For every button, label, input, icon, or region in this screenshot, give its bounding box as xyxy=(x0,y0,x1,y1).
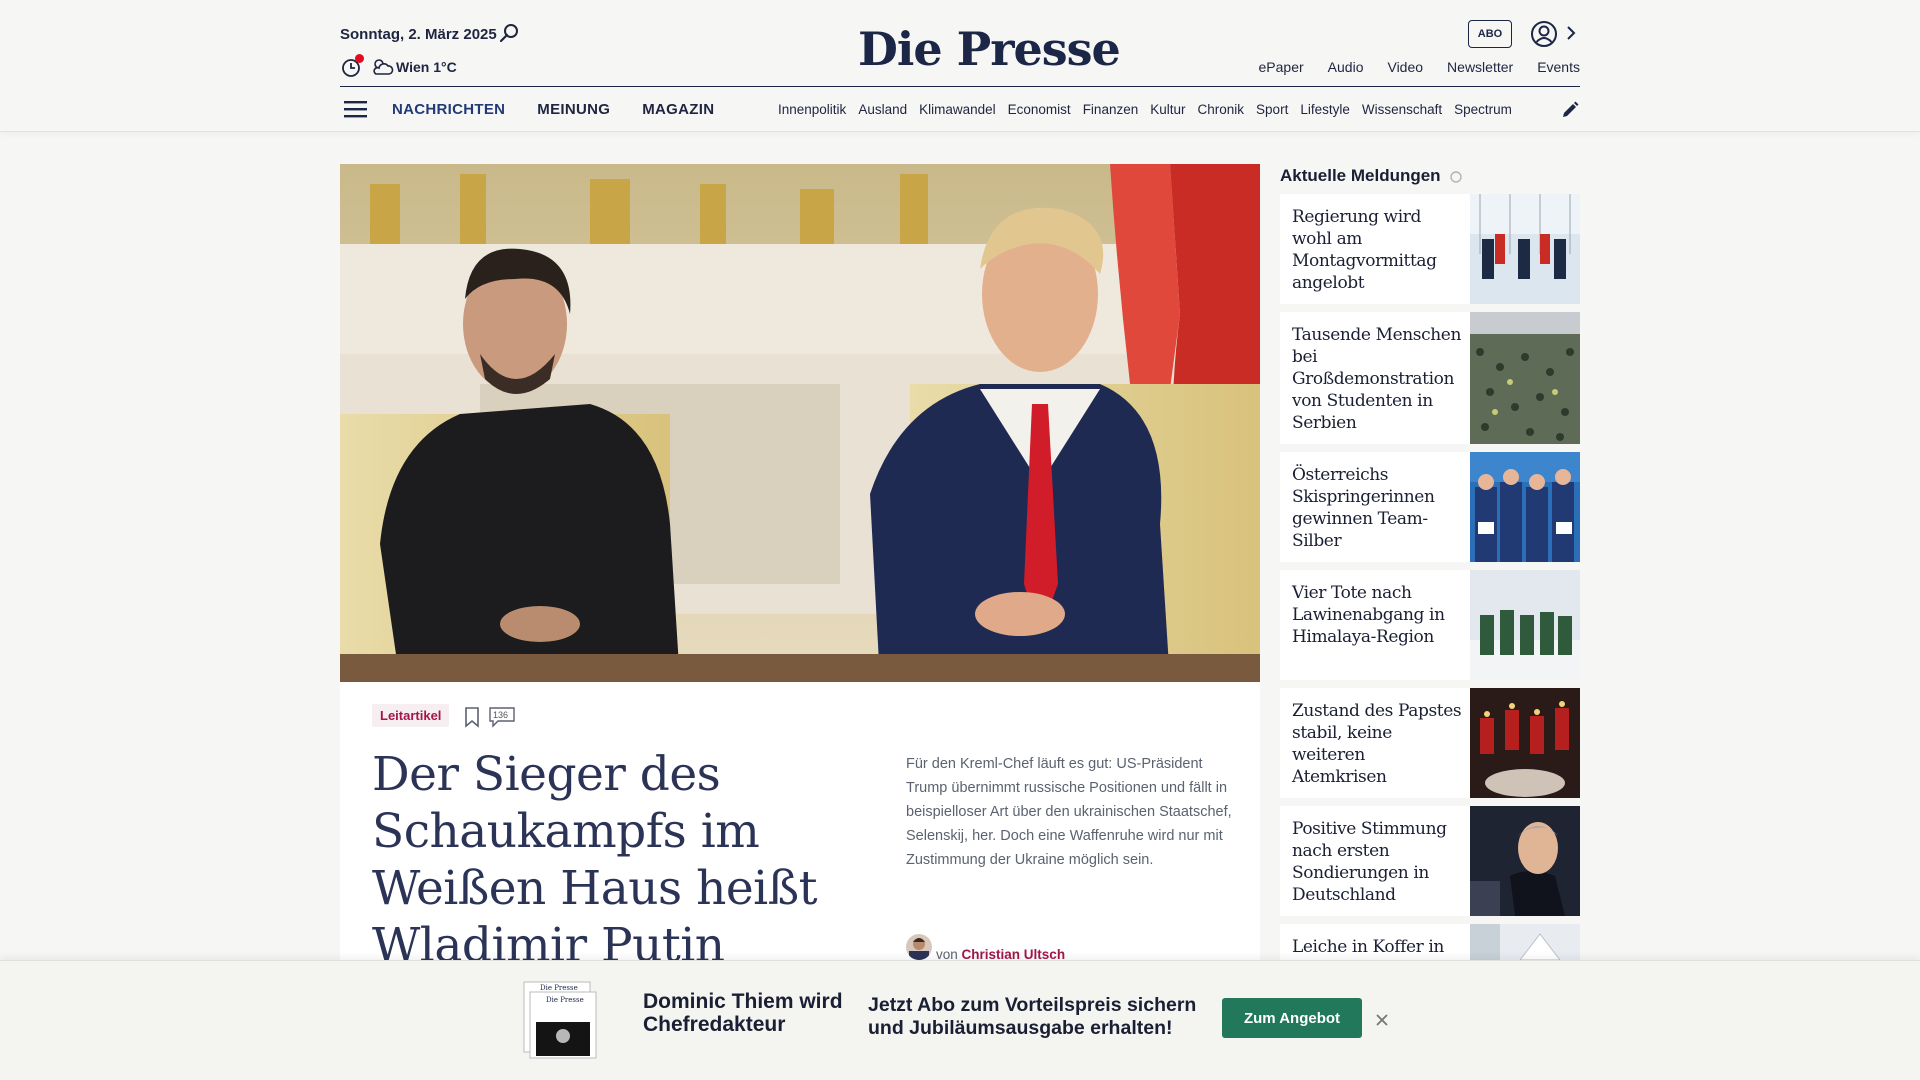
hero-image[interactable] xyxy=(340,164,1260,682)
notification-icon[interactable] xyxy=(340,54,364,78)
subnav-finanzen[interactable]: Finanzen xyxy=(1083,102,1139,117)
subnav-innenpolitik[interactable]: Innenpolitik xyxy=(778,102,846,117)
paper-logo-front: Die Presse xyxy=(546,996,584,1004)
pencil-icon[interactable] xyxy=(1560,100,1580,120)
subnav-wissenschaft[interactable]: Wissenschaft xyxy=(1362,102,1442,117)
news-item[interactable]: Tausende Menschen bei Großdemonstration … xyxy=(1280,312,1580,444)
notification-dot xyxy=(355,54,364,63)
chevron-right-icon[interactable] xyxy=(1564,22,1578,44)
news-item[interactable]: Positive Stimmung nach ersten Sondierung… xyxy=(1280,806,1580,916)
news-item-image xyxy=(1470,570,1580,680)
menu-icon[interactable] xyxy=(344,99,368,119)
news-item-image xyxy=(1470,806,1580,916)
news-item-title: Positive Stimmung nach ersten Sondierung… xyxy=(1292,819,1447,905)
link-video[interactable]: Video xyxy=(1387,59,1423,75)
news-item[interactable]: Leiche in Koffer in xyxy=(1280,924,1580,960)
link-audio[interactable]: Audio xyxy=(1328,59,1364,75)
news-item-image xyxy=(1470,924,1580,960)
subnav-ausland[interactable]: Ausland xyxy=(858,102,907,117)
article-headline[interactable]: Der Sieger des Schaukampfs im Weißen Hau… xyxy=(372,746,832,974)
banner-offer-text: Jetzt Abo zum Vorteilspreis sichern und … xyxy=(868,994,1197,1039)
news-item-image xyxy=(1470,688,1580,798)
author-avatar xyxy=(906,934,932,960)
news-item-image xyxy=(1470,452,1580,562)
nav-nachrichten[interactable]: NACHRICHTEN xyxy=(392,101,505,118)
nav-magazin[interactable]: MAGAZIN xyxy=(642,101,714,118)
comment-count: 136 xyxy=(493,710,509,720)
nav-meinung[interactable]: MEINUNG xyxy=(537,101,610,118)
news-item[interactable]: Österreichs Skispringerinnen gewinnen Te… xyxy=(1280,452,1580,562)
article-category-tag[interactable]: Leitartikel xyxy=(372,704,450,727)
news-item-image xyxy=(1470,194,1580,304)
news-item-image xyxy=(1470,312,1580,444)
site-header: Sonntag, 2. März 2025 Wien 1°C Die Press… xyxy=(0,0,1920,132)
article-teaser: Für den Kreml-Chef läuft es gut: US-Präs… xyxy=(906,756,1232,868)
main-nav: NACHRICHTEN MEINUNG MAGAZIN xyxy=(392,101,714,118)
subnav-lifestyle[interactable]: Lifestyle xyxy=(1300,102,1350,117)
news-item-title: Zustand des Papstes stabil, keine weiter… xyxy=(1292,701,1462,787)
news-item[interactable]: Regierung wird wohl am Montagvormittag a… xyxy=(1280,194,1580,304)
live-icon xyxy=(1449,170,1463,184)
subnav-economist[interactable]: Economist xyxy=(1008,102,1071,117)
subnav-sport[interactable]: Sport xyxy=(1256,102,1288,117)
news-item-title: Tausende Menschen bei Großdemonstration … xyxy=(1292,325,1462,433)
news-item-title: Vier Tote nach Lawinenabgang in Himalaya… xyxy=(1292,583,1445,647)
news-item[interactable]: Zustand des Papstes stabil, keine weiter… xyxy=(1280,688,1580,798)
subnav-klimawandel[interactable]: Klimawandel xyxy=(919,102,996,117)
nav-divider xyxy=(340,86,1580,87)
newspaper-image: Die Presse Die Presse xyxy=(522,980,602,1060)
subnav-chronik[interactable]: Chronik xyxy=(1198,102,1245,117)
news-item-title: Österreichs Skispringerinnen gewinnen Te… xyxy=(1292,465,1435,551)
paper-logo-back: Die Presse xyxy=(540,984,578,992)
sub-nav: Innenpolitik Ausland Klimawandel Economist F… xyxy=(778,102,1543,117)
top-links: ePaper Audio Video Newsletter Events xyxy=(1259,59,1580,75)
abo-button[interactable]: ABO xyxy=(1468,20,1512,48)
banner-headline: Dominic Thiem wird Chefredakteur xyxy=(643,990,843,1036)
bookmark-icon[interactable] xyxy=(462,706,482,728)
weather-text: Wien 1°C xyxy=(396,59,457,75)
sidebar-title: Aktuelle Meldungen xyxy=(1280,166,1441,185)
news-item-title: Regierung wird wohl am Montagvormittag a… xyxy=(1292,207,1437,293)
account-icon[interactable] xyxy=(1530,20,1558,48)
site-logo[interactable]: Die Presse xyxy=(858,22,1121,76)
weather-cloud-sun-icon xyxy=(370,56,394,78)
close-icon[interactable] xyxy=(1372,1010,1392,1030)
news-item-title: Leiche in Koffer in xyxy=(1292,937,1444,957)
link-events[interactable]: Events xyxy=(1537,59,1580,75)
subnav-spectrum[interactable]: Spectrum xyxy=(1454,102,1512,117)
nav-fade xyxy=(1510,96,1550,124)
search-icon[interactable] xyxy=(498,22,522,46)
link-epaper[interactable]: ePaper xyxy=(1259,59,1304,75)
news-item[interactable]: Vier Tote nach Lawinenabgang in Himalaya… xyxy=(1280,570,1580,680)
current-date: Sonntag, 2. März 2025 xyxy=(340,26,497,43)
link-newsletter[interactable]: Newsletter xyxy=(1447,59,1513,75)
offer-button[interactable]: Zum Angebot xyxy=(1222,998,1362,1038)
subnav-kultur[interactable]: Kultur xyxy=(1150,102,1185,117)
